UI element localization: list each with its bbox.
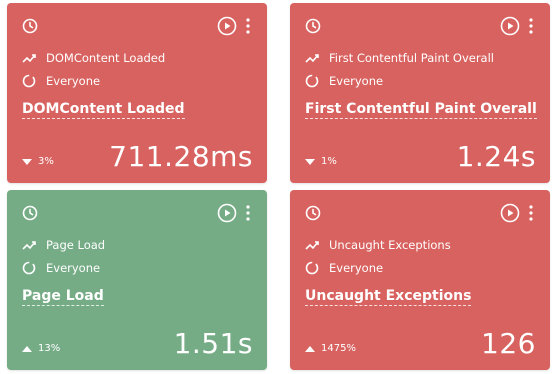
segment-icon: [305, 74, 319, 88]
play-icon[interactable]: [500, 203, 520, 223]
metric-card[interactable]: First Contentful Paint Overall Everyone …: [290, 3, 550, 183]
card-title[interactable]: Uncaught Exceptions: [305, 288, 472, 306]
metric-card[interactable]: Uncaught Exceptions Everyone Uncaught Ex…: [290, 190, 550, 370]
trend-icon: [305, 54, 319, 63]
metric-card[interactable]: DOMContent Loaded Everyone DOMContent Lo…: [7, 3, 267, 183]
segment-name: Everyone: [329, 74, 384, 88]
clock-icon[interactable]: [305, 205, 321, 221]
metric-value: 126: [481, 327, 536, 360]
segment-row: Everyone: [305, 74, 383, 88]
trend-icon: [305, 241, 319, 250]
metric-value: 1.51s: [173, 327, 253, 360]
play-icon[interactable]: [500, 16, 520, 36]
metric-name: Page Load: [46, 238, 106, 252]
card-title[interactable]: DOMContent Loaded: [22, 101, 185, 119]
metric-name: Uncaught Exceptions: [329, 238, 451, 252]
play-icon[interactable]: [217, 203, 237, 223]
clock-icon[interactable]: [305, 18, 321, 34]
trend-icon: [22, 241, 36, 250]
segment-name: Everyone: [329, 261, 384, 275]
segment-icon: [305, 261, 319, 275]
metric-value: 711.28ms: [109, 140, 253, 173]
metric-name: First Contentful Paint Overall: [329, 51, 494, 65]
metric-name: DOMContent Loaded: [46, 51, 166, 65]
card-title[interactable]: Page Load: [22, 288, 104, 306]
change-indicator: 3%: [22, 156, 54, 167]
triangle-icon: [305, 345, 315, 352]
metric-card[interactable]: Page Load Everyone Page Load 13% 1.51s: [7, 190, 267, 370]
metric-value: 1.24s: [456, 140, 536, 173]
segment-name: Everyone: [46, 261, 101, 275]
more-vertical-icon[interactable]: [528, 16, 534, 36]
trend-icon: [22, 54, 36, 63]
clock-icon[interactable]: [22, 18, 38, 34]
metric-row: First Contentful Paint Overall: [305, 51, 494, 65]
change-indicator: 1475%: [305, 343, 356, 354]
more-vertical-icon[interactable]: [245, 16, 251, 36]
segment-icon: [22, 261, 36, 275]
segment-row: Everyone: [22, 261, 100, 275]
triangle-icon: [22, 158, 32, 165]
change-value: 13%: [38, 343, 61, 354]
change-value: 1%: [321, 156, 337, 167]
change-value: 3%: [38, 156, 54, 167]
segment-row: Everyone: [22, 74, 100, 88]
metric-row: DOMContent Loaded: [22, 51, 165, 65]
change-value: 1475%: [321, 343, 356, 354]
more-vertical-icon[interactable]: [245, 203, 251, 223]
play-icon[interactable]: [217, 16, 237, 36]
metric-row: Uncaught Exceptions: [305, 238, 451, 252]
change-indicator: 1%: [305, 156, 337, 167]
triangle-icon: [22, 345, 32, 352]
triangle-icon: [305, 158, 315, 165]
card-title[interactable]: First Contentful Paint Overall: [305, 101, 537, 119]
clock-icon[interactable]: [22, 205, 38, 221]
change-indicator: 13%: [22, 343, 60, 354]
segment-icon: [22, 74, 36, 88]
segment-name: Everyone: [46, 74, 101, 88]
segment-row: Everyone: [305, 261, 383, 275]
metric-row: Page Load: [22, 238, 105, 252]
more-vertical-icon[interactable]: [528, 203, 534, 223]
